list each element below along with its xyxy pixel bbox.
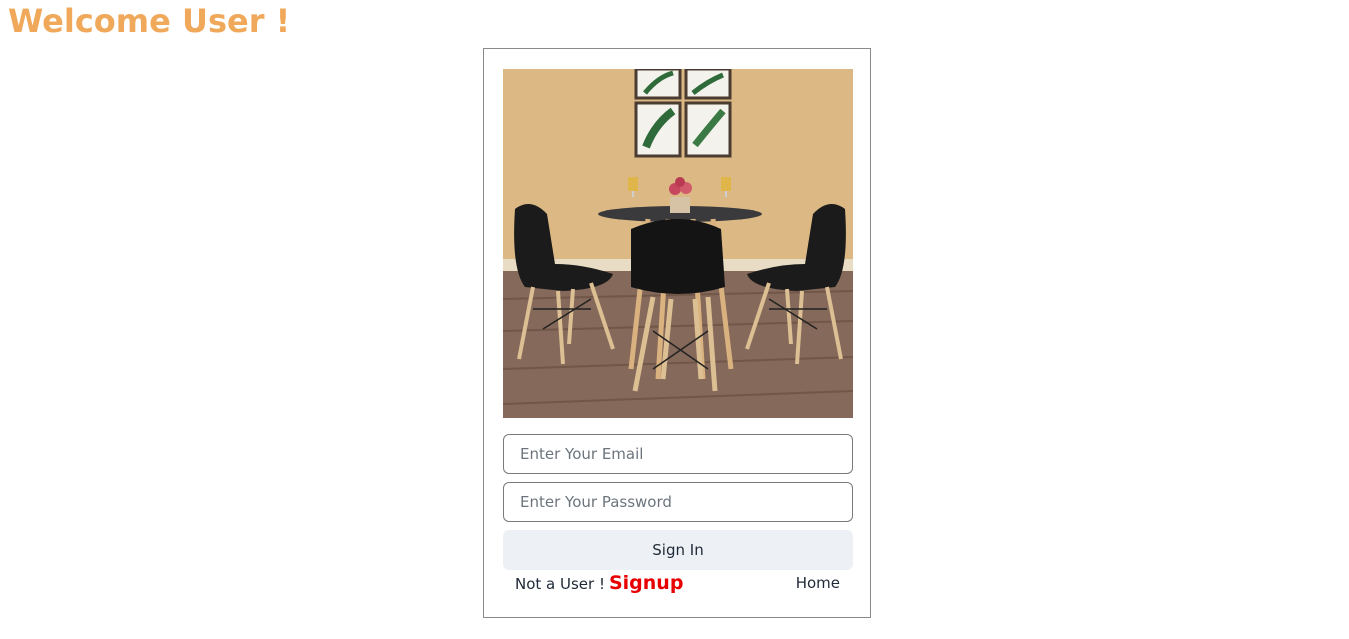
login-card: Sign In Not a User ! Signup Home	[483, 48, 871, 618]
email-input[interactable]	[503, 434, 853, 474]
home-link[interactable]: Home	[796, 574, 840, 592]
sign-in-button[interactable]: Sign In	[503, 530, 853, 570]
dining-set-image	[503, 69, 853, 418]
welcome-heading: Welcome User !	[8, 2, 291, 40]
signup-prompt: Not a User ! Signup	[515, 572, 683, 598]
page: Welcome User ! Enter Your Email Sign In …	[0, 0, 1349, 639]
signup-link[interactable]: Signup	[609, 572, 683, 594]
not-user-text: Not a User !	[515, 575, 605, 593]
password-input[interactable]	[503, 482, 853, 522]
